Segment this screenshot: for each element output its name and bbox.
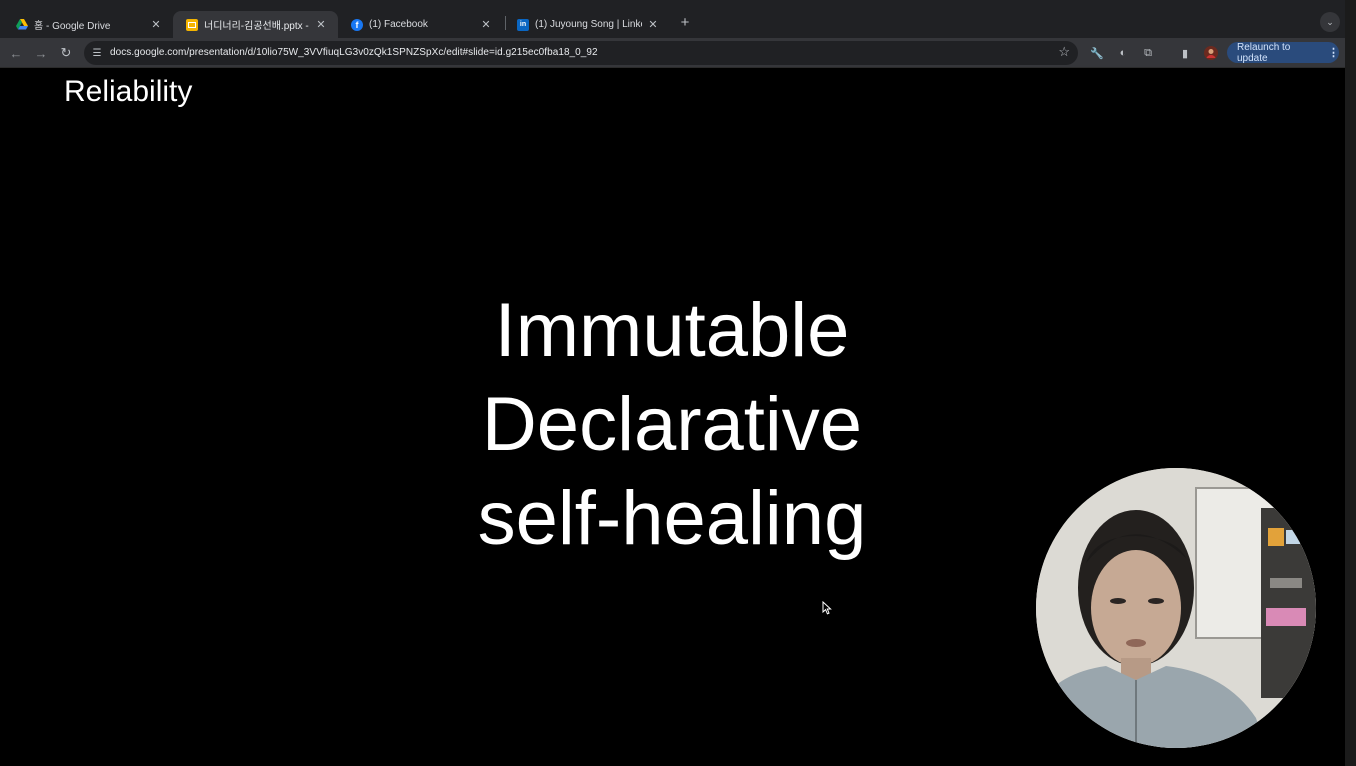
- tab-strip: 홈 - Google Drive ✕ 너디너리-김공선배.pptx - Goog…: [0, 0, 1345, 38]
- mouse-pointer-icon: [822, 601, 832, 615]
- forward-button[interactable]: →: [30, 42, 52, 64]
- linkedin-icon: in: [517, 18, 529, 31]
- side-panel-icon[interactable]: ▮: [1176, 44, 1194, 62]
- tab-search-button[interactable]: ⌄: [1320, 12, 1340, 32]
- slide-line-declarative: Declarative: [481, 382, 863, 467]
- extensions-puzzle-icon[interactable]: ⧉: [1139, 44, 1157, 62]
- google-slides-icon: [186, 18, 198, 31]
- relaunch-to-update-button[interactable]: Relaunch to update ⋮: [1227, 41, 1339, 64]
- browser-window: 홈 - Google Drive ✕ 너디너리-김공선배.pptx - Goog…: [0, 0, 1345, 766]
- close-tab-icon[interactable]: ✕: [149, 18, 163, 32]
- site-info-icon[interactable]: ☰: [90, 46, 104, 60]
- relaunch-label: Relaunch to update: [1237, 41, 1291, 64]
- webcam-video-bubble: [1036, 468, 1316, 748]
- tab-title: 홈 - Google Drive: [34, 21, 111, 32]
- tab-title: (1) Facebook: [369, 19, 428, 30]
- bookmark-star-icon[interactable]: ☆: [1058, 44, 1070, 60]
- close-tab-icon[interactable]: ✕: [314, 18, 328, 32]
- slide-line-immutable: Immutable: [494, 288, 850, 373]
- url-text: docs.google.com/presentation/d/10lio75W_…: [110, 47, 598, 58]
- tab-title: (1) Juyoung Song | LinkedIn: [535, 19, 642, 30]
- back-button[interactable]: ←: [5, 42, 27, 64]
- more-menu-icon[interactable]: ⋮: [1328, 46, 1339, 59]
- google-drive-icon: [16, 19, 28, 31]
- tab-title: 너디너리-김공선배.pptx - Google: [204, 21, 310, 32]
- slide-line-self-healing: self-healing: [477, 476, 867, 561]
- tab-google-slides[interactable]: 너디너리-김공선배.pptx - Google ✕: [173, 11, 338, 38]
- slide-body: Immutable Declarative self-healing: [380, 284, 964, 566]
- presenter-video: [1036, 468, 1316, 748]
- reload-button[interactable]: ↻: [55, 42, 77, 64]
- slide-title: Reliability: [64, 75, 193, 108]
- close-tab-icon[interactable]: ✕: [646, 18, 660, 32]
- tab-facebook[interactable]: f (1) Facebook ✕: [338, 11, 503, 38]
- tab-google-drive[interactable]: 홈 - Google Drive ✕: [3, 11, 173, 38]
- window-edge: [1345, 0, 1356, 766]
- extension-icon[interactable]: 🔧: [1088, 44, 1106, 62]
- facebook-icon: f: [351, 18, 363, 31]
- tab-linkedin[interactable]: in (1) Juyoung Song | LinkedIn ✕: [504, 11, 670, 38]
- profile-avatar[interactable]: [1202, 44, 1220, 62]
- close-tab-icon[interactable]: ✕: [479, 18, 493, 32]
- address-bar[interactable]: ☰ docs.google.com/presentation/d/10lio75…: [84, 41, 1078, 65]
- browser-toolbar: ← → ↻ ☰ docs.google.com/presentation/d/1…: [0, 38, 1345, 68]
- extension-icon[interactable]: ◐: [1114, 44, 1132, 62]
- new-tab-button[interactable]: +: [676, 13, 694, 31]
